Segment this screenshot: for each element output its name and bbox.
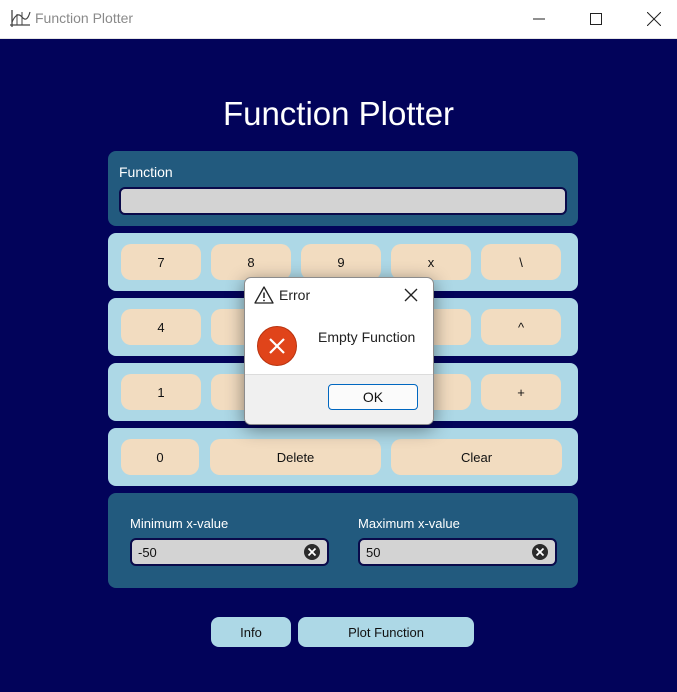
maximize-button[interactable] [573, 0, 619, 38]
key-4[interactable]: 4 [121, 309, 201, 345]
minimize-button[interactable] [516, 0, 562, 38]
close-window-button[interactable] [631, 0, 677, 38]
min-x-value: -50 [138, 545, 157, 560]
warning-icon [254, 286, 274, 304]
clear-button[interactable]: Clear [391, 439, 562, 475]
info-button[interactable]: Info [211, 617, 291, 647]
key-1[interactable]: 1 [121, 374, 201, 410]
key-0[interactable]: 0 [121, 439, 199, 475]
close-icon [647, 12, 661, 26]
max-x-value: 50 [366, 545, 381, 560]
min-x-input[interactable]: -50 [130, 538, 329, 566]
close-icon[interactable] [402, 286, 420, 304]
function-panel: Function [108, 151, 578, 226]
max-x-input[interactable]: 50 [358, 538, 557, 566]
key-x[interactable]: x [391, 244, 471, 280]
dialog-footer: OK [245, 374, 433, 424]
dialog-title: Error [279, 287, 311, 303]
key-backslash[interactable]: \ [481, 244, 561, 280]
range-panel: Minimum x-value -50 Maximum x-value 50 [108, 493, 578, 588]
clear-circle-icon[interactable] [303, 543, 321, 561]
page-title: Function Plotter [222, 95, 455, 132]
minimize-icon [533, 18, 545, 20]
maximize-icon [590, 13, 602, 25]
clear-circle-icon[interactable] [531, 543, 549, 561]
function-input[interactable] [119, 187, 567, 215]
min-x-label: Minimum x-value [130, 516, 229, 531]
key-7[interactable]: 7 [121, 244, 201, 280]
max-x-label: Maximum x-value [358, 516, 460, 531]
key-9[interactable]: 9 [301, 244, 381, 280]
dialog-message: Empty Function [318, 329, 416, 345]
plot-icon [10, 10, 31, 27]
ok-button[interactable]: OK [328, 384, 418, 410]
delete-button[interactable]: Delete [210, 439, 381, 475]
key-8[interactable]: 8 [211, 244, 291, 280]
error-dialog: Error Empty Function OK [244, 277, 434, 425]
title-bar: Function Plotter [0, 0, 677, 39]
function-label: Function [119, 164, 173, 180]
plot-function-button[interactable]: Plot Function [298, 617, 474, 647]
keypad-row: 0 Delete Clear [108, 428, 578, 486]
window-title: Function Plotter [35, 10, 134, 26]
key-plus[interactable]: + [481, 374, 561, 410]
key-power[interactable]: ^ [481, 309, 561, 345]
error-icon [257, 326, 297, 366]
